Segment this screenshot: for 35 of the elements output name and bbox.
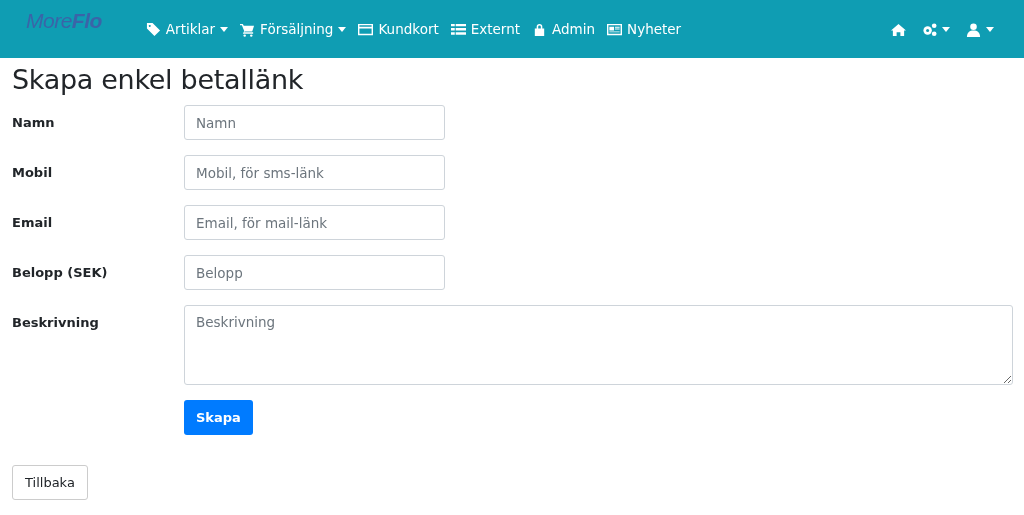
card-icon (358, 21, 374, 37)
user-icon (966, 21, 981, 37)
textarea-field[interactable]: Beskrivning (184, 305, 1013, 385)
submit-button[interactable]: Skapa (184, 400, 253, 435)
newspaper-icon (607, 21, 623, 37)
field-label: Belopp (SEK) (12, 264, 109, 282)
input-field[interactable]: Namn (184, 105, 445, 140)
page-title: Skapa enkel betallänk (12, 64, 305, 95)
nav-link[interactable]: Externt (450, 21, 521, 37)
home-link[interactable] (891, 21, 906, 37)
settings-menu[interactable] (922, 21, 950, 37)
cart-icon (240, 21, 256, 37)
nav-link[interactable]: Försäljning (240, 21, 347, 37)
input-field[interactable]: Email, för mail-länk (184, 205, 445, 240)
caret-icon (338, 26, 347, 32)
input-field[interactable]: Mobil, för sms-länk (184, 155, 445, 190)
logo: MoreFlo (26, 9, 102, 33)
input-field[interactable]: Belopp (184, 255, 445, 290)
nav-link[interactable]: Nyheter (607, 21, 682, 37)
nav-link[interactable]: Kundkort (358, 21, 439, 37)
caret-icon (220, 26, 229, 32)
back-button[interactable]: Tillbaka (12, 465, 88, 500)
field-label: Beskrivning (12, 314, 100, 332)
nav-link[interactable]: Admin (532, 21, 596, 37)
nav-link[interactable]: Artiklar (145, 21, 229, 37)
tag-icon (145, 21, 161, 37)
list-icon (450, 21, 466, 37)
field-label: Mobil (12, 164, 54, 182)
home-icon (891, 21, 906, 37)
settings-icon (922, 21, 937, 37)
caret-icon (986, 26, 994, 32)
caret-icon (942, 26, 950, 32)
user-menu[interactable] (966, 21, 994, 37)
field-label: Email (12, 214, 54, 232)
field-label: Namn (12, 114, 56, 132)
